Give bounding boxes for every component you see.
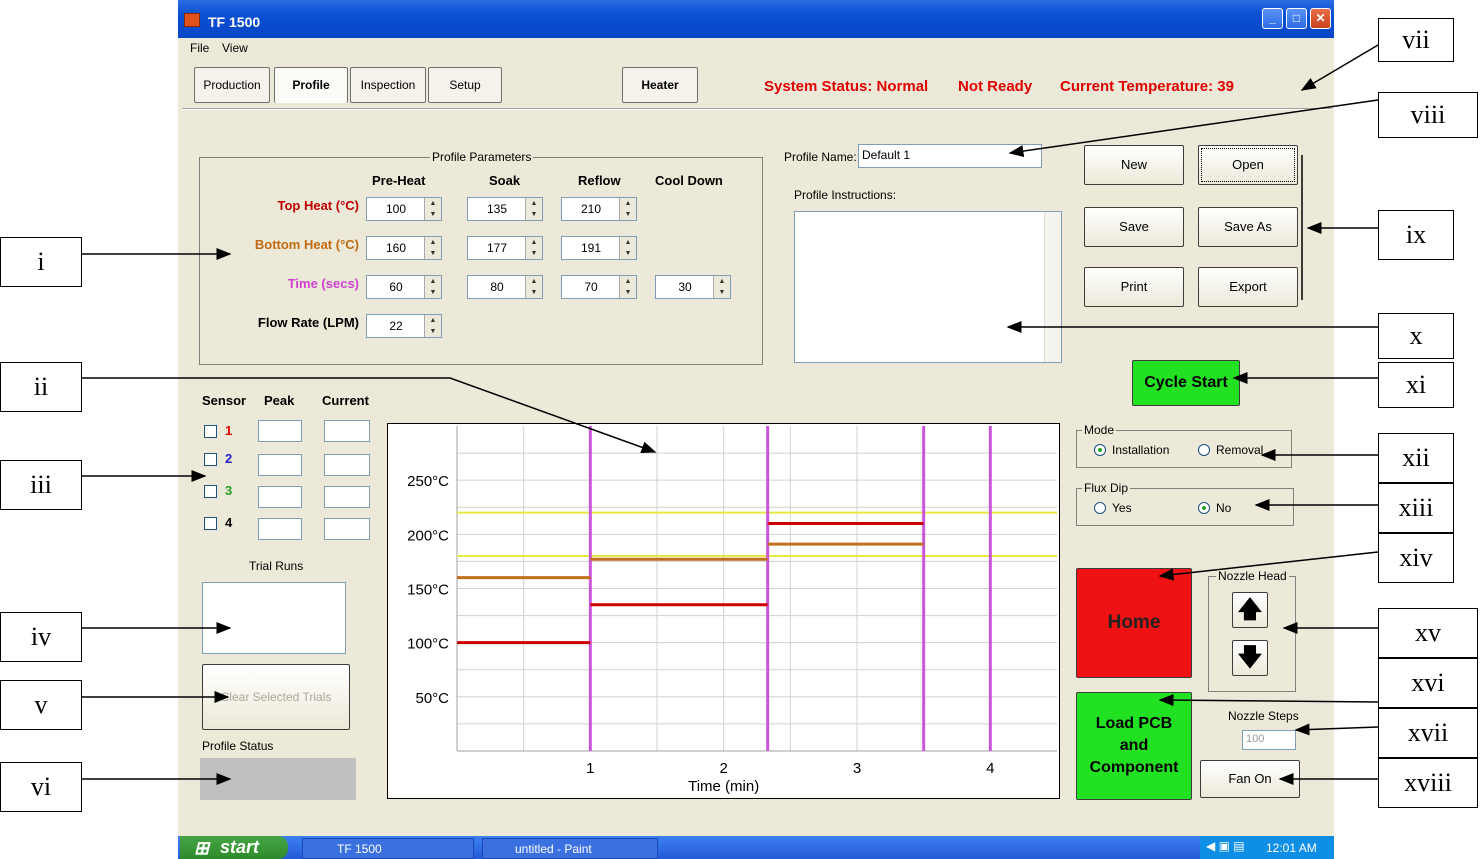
- callout-line-xvii: [1294, 723, 1379, 736]
- callout-xv: xv: [1378, 608, 1478, 658]
- clock: 12:01 AM: [1266, 841, 1317, 855]
- start-button[interactable]: ⊞ start: [180, 836, 288, 859]
- callout-vi: vi: [0, 762, 82, 812]
- callout-line-vii: [1300, 44, 1379, 91]
- callout-line-xvi: [1158, 694, 1379, 707]
- callout-line-xiv: [1158, 551, 1379, 581]
- callout-lines: [82, 44, 1379, 785]
- callout-line-ii: [82, 377, 657, 454]
- callout-xi: xi: [1378, 362, 1454, 408]
- callout-xvii: xvii: [1378, 708, 1478, 758]
- callout-v: v: [0, 680, 82, 730]
- callout-i: i: [0, 237, 82, 287]
- tray-icons: ◀ ▣ ▤: [1206, 839, 1245, 853]
- callout-viii: viii: [1378, 92, 1478, 138]
- windows-logo-icon: ⊞: [194, 838, 210, 858]
- callout-xii: xii: [1378, 433, 1454, 483]
- callout-xviii: xviii: [1378, 758, 1478, 808]
- callout-xiv: xiv: [1378, 533, 1454, 583]
- taskbar-item-paint[interactable]: untitled - Paint: [482, 838, 658, 859]
- callout-xiii: xiii: [1378, 483, 1454, 533]
- taskbar-item-tf1500[interactable]: TF 1500: [302, 838, 474, 859]
- system-tray: ◀ ▣ ▤ 12:01 AM: [1200, 836, 1334, 859]
- callout-ii: ii: [0, 362, 82, 412]
- callout-ix: ix: [1378, 210, 1454, 260]
- callout-iii: iii: [0, 460, 82, 510]
- callout-iv: iv: [0, 612, 82, 662]
- callout-x: x: [1378, 313, 1454, 359]
- callout-xvi: xvi: [1378, 658, 1478, 708]
- callout-line-viii: [1008, 99, 1379, 158]
- callout-vii: vii: [1378, 18, 1454, 62]
